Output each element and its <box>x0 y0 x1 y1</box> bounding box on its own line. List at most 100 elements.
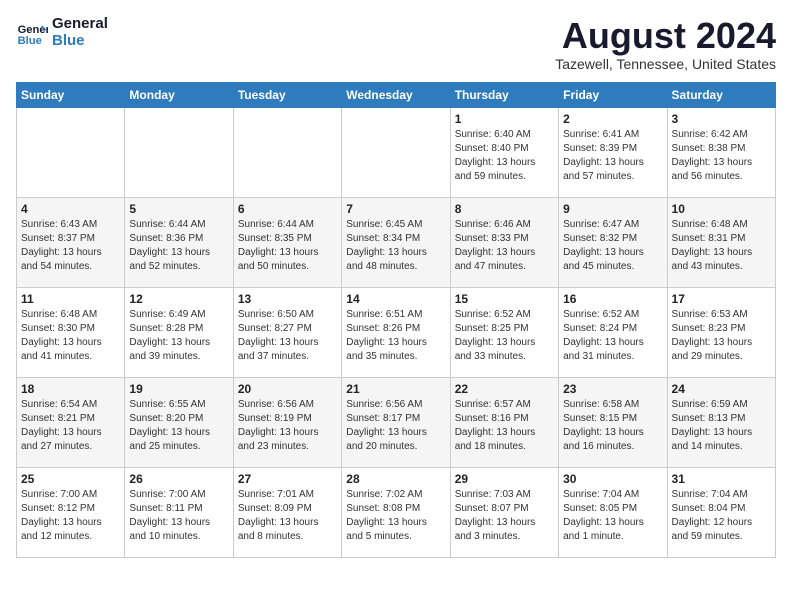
day-number: 13 <box>238 292 337 306</box>
day-info: Sunrise: 6:42 AM Sunset: 8:38 PM Dayligh… <box>672 128 771 184</box>
page-header: General Blue General Blue August 2024 Ta… <box>16 16 776 72</box>
calendar-cell: 19 Sunrise: 6:55 AM Sunset: 8:20 PM Dayli… <box>125 377 233 467</box>
day-number: 10 <box>672 202 771 216</box>
calendar-cell: 16Sunrise: 6:52 AM Sunset: 8:24 PM Dayli… <box>559 287 667 377</box>
day-info: Sunrise: 6:52 AM Sunset: 8:25 PM Dayligh… <box>455 308 554 364</box>
day-number: 19 <box>129 382 228 396</box>
calendar-cell: 10 Sunrise: 6:48 AM Sunset: 8:31 PM Dayli… <box>667 197 775 287</box>
column-header-friday: Friday <box>559 82 667 107</box>
day-number: 14 <box>346 292 445 306</box>
day-info: Sunrise: 6:48 AM Sunset: 8:30 PM Dayligh… <box>21 308 120 364</box>
calendar-cell: 30 Sunrise: 7:04 AM Sunset: 8:05 PM Dayli… <box>559 467 667 557</box>
calendar-cell: 6 Sunrise: 6:44 AM Sunset: 8:35 PM Daylig… <box>233 197 341 287</box>
calendar-cell: 12 Sunrise: 6:49 AM Sunset: 8:28 PM Dayli… <box>125 287 233 377</box>
calendar-cell <box>233 107 341 197</box>
calendar-cell: 21Sunrise: 6:56 AM Sunset: 8:17 PM Dayli… <box>342 377 450 467</box>
day-info: Sunrise: 6:50 AM Sunset: 8:27 PM Dayligh… <box>238 308 337 364</box>
day-info: Sunrise: 6:44 AM Sunset: 8:35 PM Dayligh… <box>238 218 337 274</box>
day-info: Sunrise: 6:46 AM Sunset: 8:33 PM Dayligh… <box>455 218 554 274</box>
day-info: Sunrise: 7:03 AM Sunset: 8:07 PM Dayligh… <box>455 488 554 544</box>
calendar-cell: 5Sunrise: 6:44 AM Sunset: 8:36 PM Daylig… <box>125 197 233 287</box>
column-header-sunday: Sunday <box>17 82 125 107</box>
day-number: 8 <box>455 202 554 216</box>
day-info: Sunrise: 6:51 AM Sunset: 8:26 PM Dayligh… <box>346 308 445 364</box>
calendar-cell: 1 Sunrise: 6:40 AM Sunset: 8:40 PM Daylig… <box>450 107 558 197</box>
day-info: Sunrise: 6:55 AM Sunset: 8:20 PM Dayligh… <box>129 398 228 454</box>
day-number: 21 <box>346 382 445 396</box>
calendar-cell <box>17 107 125 197</box>
calendar-cell: 20Sunrise: 6:56 AM Sunset: 8:19 PM Dayli… <box>233 377 341 467</box>
day-number: 4 <box>21 202 120 216</box>
logo: General Blue General Blue <box>16 16 108 49</box>
day-number: 23 <box>563 382 662 396</box>
day-number: 17 <box>672 292 771 306</box>
calendar-cell: 25 Sunrise: 7:00 AM Sunset: 8:12 PM Dayli… <box>17 467 125 557</box>
calendar-cell: 22 Sunrise: 6:57 AM Sunset: 8:16 PM Dayli… <box>450 377 558 467</box>
day-number: 18 <box>21 382 120 396</box>
day-info: Sunrise: 6:49 AM Sunset: 8:28 PM Dayligh… <box>129 308 228 364</box>
calendar-cell <box>125 107 233 197</box>
day-info: Sunrise: 6:41 AM Sunset: 8:39 PM Dayligh… <box>563 128 662 184</box>
day-info: Sunrise: 7:04 AM Sunset: 8:05 PM Dayligh… <box>563 488 662 544</box>
calendar-cell: 27Sunrise: 7:01 AM Sunset: 8:09 PM Dayli… <box>233 467 341 557</box>
calendar-subtitle: Tazewell, Tennessee, United States <box>555 56 776 72</box>
calendar-cell: 3 Sunrise: 6:42 AM Sunset: 8:38 PM Daylig… <box>667 107 775 197</box>
day-number: 9 <box>563 202 662 216</box>
column-header-tuesday: Tuesday <box>233 82 341 107</box>
day-info: Sunrise: 6:43 AM Sunset: 8:37 PM Dayligh… <box>21 218 120 274</box>
day-number: 25 <box>21 472 120 486</box>
column-header-saturday: Saturday <box>667 82 775 107</box>
title-block: August 2024 Tazewell, Tennessee, United … <box>555 16 776 72</box>
day-number: 29 <box>455 472 554 486</box>
day-number: 7 <box>346 202 445 216</box>
day-info: Sunrise: 6:54 AM Sunset: 8:21 PM Dayligh… <box>21 398 120 454</box>
day-info: Sunrise: 6:56 AM Sunset: 8:19 PM Dayligh… <box>238 398 337 454</box>
calendar-cell: 4 Sunrise: 6:43 AM Sunset: 8:37 PM Daylig… <box>17 197 125 287</box>
day-info: Sunrise: 7:02 AM Sunset: 8:08 PM Dayligh… <box>346 488 445 544</box>
day-info: Sunrise: 7:00 AM Sunset: 8:11 PM Dayligh… <box>129 488 228 544</box>
svg-text:Blue: Blue <box>18 35 42 47</box>
day-number: 24 <box>672 382 771 396</box>
calendar-cell: 8 Sunrise: 6:46 AM Sunset: 8:33 PM Daylig… <box>450 197 558 287</box>
day-number: 26 <box>129 472 228 486</box>
logo-icon: General Blue <box>16 17 48 49</box>
calendar-cell: 18 Sunrise: 6:54 AM Sunset: 8:21 PM Dayli… <box>17 377 125 467</box>
day-info: Sunrise: 6:40 AM Sunset: 8:40 PM Dayligh… <box>455 128 554 184</box>
calendar-cell: 13 Sunrise: 6:50 AM Sunset: 8:27 PM Dayli… <box>233 287 341 377</box>
day-info: Sunrise: 6:53 AM Sunset: 8:23 PM Dayligh… <box>672 308 771 364</box>
calendar-cell: 28Sunrise: 7:02 AM Sunset: 8:08 PM Dayli… <box>342 467 450 557</box>
calendar-cell: 24 Sunrise: 6:59 AM Sunset: 8:13 PM Dayli… <box>667 377 775 467</box>
day-number: 3 <box>672 112 771 126</box>
day-number: 11 <box>21 292 120 306</box>
day-number: 12 <box>129 292 228 306</box>
calendar-header: SundayMondayTuesdayWednesdayThursdayFrid… <box>17 82 776 107</box>
calendar-cell: 7Sunrise: 6:45 AM Sunset: 8:34 PM Daylig… <box>342 197 450 287</box>
calendar-cell: 9 Sunrise: 6:47 AM Sunset: 8:32 PM Daylig… <box>559 197 667 287</box>
day-number: 5 <box>129 202 228 216</box>
column-header-monday: Monday <box>125 82 233 107</box>
calendar-cell <box>342 107 450 197</box>
day-number: 31 <box>672 472 771 486</box>
day-info: Sunrise: 6:48 AM Sunset: 8:31 PM Dayligh… <box>672 218 771 274</box>
day-info: Sunrise: 6:47 AM Sunset: 8:32 PM Dayligh… <box>563 218 662 274</box>
calendar-cell: 31 Sunrise: 7:04 AM Sunset: 8:04 PM Dayli… <box>667 467 775 557</box>
day-number: 1 <box>455 112 554 126</box>
day-number: 2 <box>563 112 662 126</box>
day-number: 30 <box>563 472 662 486</box>
day-info: Sunrise: 6:59 AM Sunset: 8:13 PM Dayligh… <box>672 398 771 454</box>
calendar-cell: 15 Sunrise: 6:52 AM Sunset: 8:25 PM Dayli… <box>450 287 558 377</box>
calendar-title: August 2024 <box>555 16 776 56</box>
day-info: Sunrise: 7:01 AM Sunset: 8:09 PM Dayligh… <box>238 488 337 544</box>
day-number: 15 <box>455 292 554 306</box>
day-info: Sunrise: 7:04 AM Sunset: 8:04 PM Dayligh… <box>672 488 771 544</box>
day-info: Sunrise: 7:00 AM Sunset: 8:12 PM Dayligh… <box>21 488 120 544</box>
day-number: 22 <box>455 382 554 396</box>
svg-text:General: General <box>18 24 48 36</box>
calendar-cell: 23Sunrise: 6:58 AM Sunset: 8:15 PM Dayli… <box>559 377 667 467</box>
day-number: 6 <box>238 202 337 216</box>
day-info: Sunrise: 6:57 AM Sunset: 8:16 PM Dayligh… <box>455 398 554 454</box>
calendar-table: SundayMondayTuesdayWednesdayThursdayFrid… <box>16 82 776 558</box>
calendar-cell: 11 Sunrise: 6:48 AM Sunset: 8:30 PM Dayli… <box>17 287 125 377</box>
calendar-cell: 2 Sunrise: 6:41 AM Sunset: 8:39 PM Daylig… <box>559 107 667 197</box>
calendar-cell: 26 Sunrise: 7:00 AM Sunset: 8:11 PM Dayli… <box>125 467 233 557</box>
